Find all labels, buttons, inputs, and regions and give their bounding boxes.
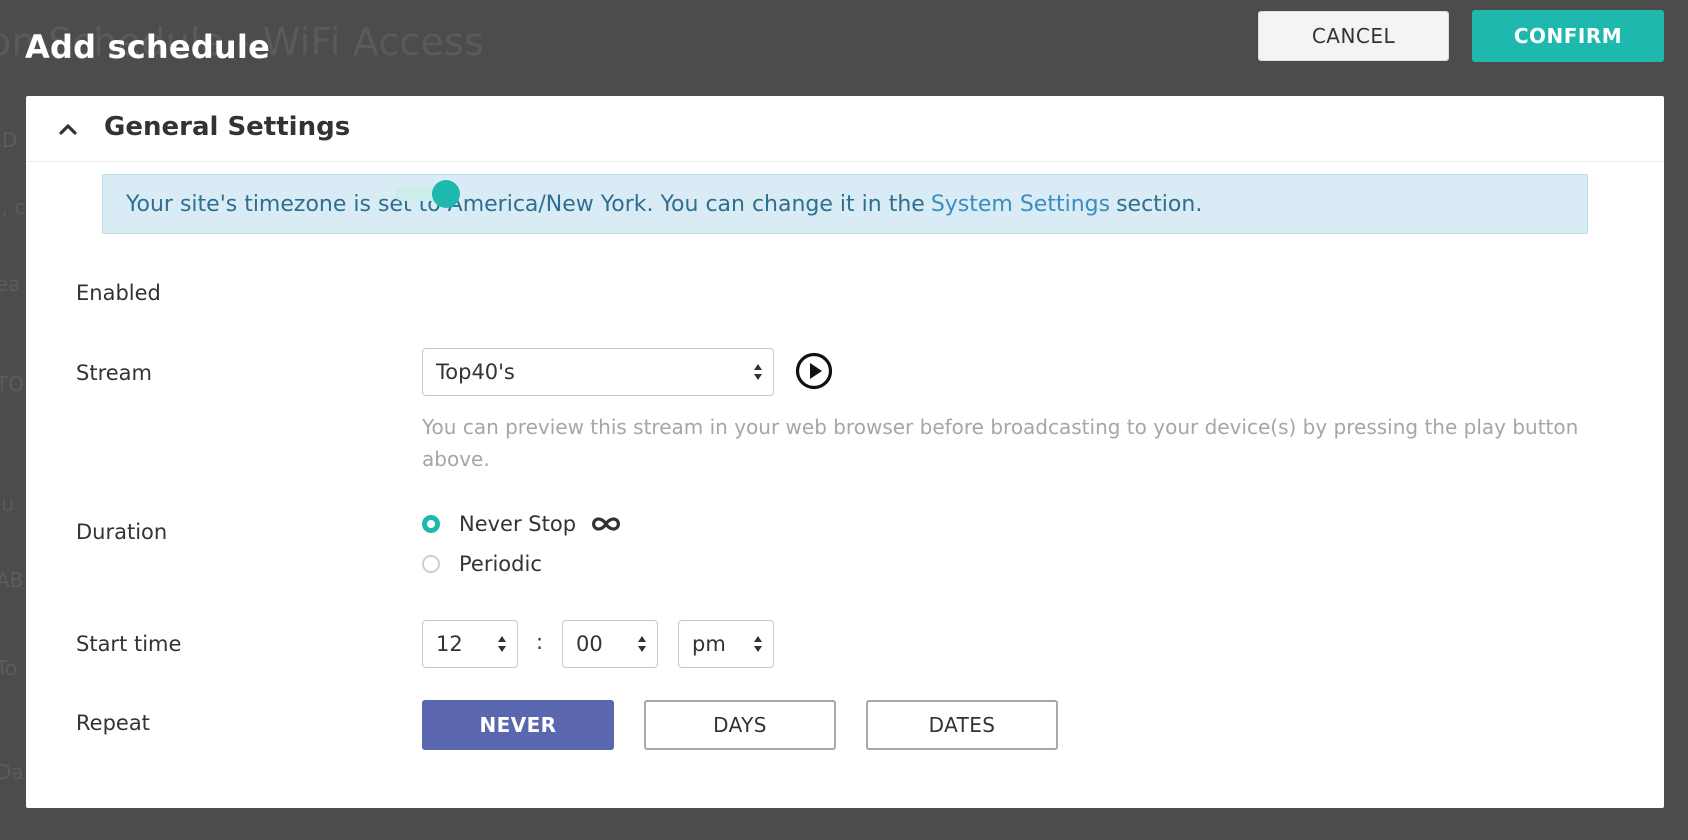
background-fragment: lu <box>0 492 15 516</box>
background-fragment: ID <box>0 128 18 152</box>
duration-label: Duration <box>76 520 168 544</box>
enabled-toggle[interactable] <box>395 178 463 210</box>
toggle-knob <box>432 180 460 208</box>
play-circle-icon[interactable] <box>795 352 833 390</box>
start-hour-value: 12 <box>436 632 463 656</box>
chevron-up-icon[interactable] <box>57 118 79 140</box>
start-hour-select[interactable]: 12 <box>422 620 518 668</box>
system-settings-link[interactable]: System Settings <box>931 192 1110 217</box>
duration-option-periodic[interactable]: Periodic <box>422 552 542 576</box>
enabled-label: Enabled <box>76 281 161 305</box>
never-stop-label: Never Stop <box>459 512 577 536</box>
start-minute-value: 00 <box>576 632 603 656</box>
select-arrows-icon <box>498 636 506 652</box>
infinity-icon <box>592 517 620 531</box>
background-fragment: To <box>0 656 18 680</box>
background-fragment: TO <box>0 372 24 396</box>
start-time-label: Start time <box>76 632 182 656</box>
start-minute-select[interactable]: 00 <box>562 620 658 668</box>
select-arrows-icon <box>638 636 646 652</box>
stream-selected-value: Top40's <box>436 360 515 384</box>
info-text-end: section. <box>1116 191 1203 217</box>
repeat-days-button[interactable]: DAYS <box>644 700 836 750</box>
start-ampm-select[interactable]: pm <box>678 620 774 668</box>
background-fragment: Da <box>0 760 24 784</box>
duration-option-never-stop[interactable]: Never Stop <box>422 512 622 536</box>
section-title: General Settings <box>104 112 351 142</box>
background-fragment: ea <box>0 272 21 296</box>
start-ampm-value: pm <box>692 632 726 656</box>
info-text: Your site's timezone is set to America/N… <box>126 191 925 217</box>
background-fragment: i, c <box>0 195 26 219</box>
section-header[interactable]: General Settings <box>26 96 1664 162</box>
background-fragment: AB <box>0 568 24 592</box>
stream-help-text: You can preview this stream in your web … <box>422 415 1579 471</box>
radio-never-stop[interactable] <box>422 515 440 533</box>
dialog-title: Add schedule <box>25 28 270 66</box>
select-arrows-icon <box>754 636 762 652</box>
repeat-never-button[interactable]: NEVER <box>422 700 614 750</box>
cancel-button[interactable]: CANCEL <box>1258 11 1449 61</box>
repeat-dates-button[interactable]: DATES <box>866 700 1058 750</box>
confirm-button[interactable]: CONFIRM <box>1472 10 1664 62</box>
repeat-label: Repeat <box>76 711 150 735</box>
periodic-label: Periodic <box>459 552 542 576</box>
stream-select[interactable]: Top40's <box>422 348 774 396</box>
stream-label: Stream <box>76 361 152 385</box>
radio-periodic[interactable] <box>422 555 440 573</box>
time-separator: : <box>536 630 544 654</box>
select-arrows-icon <box>754 364 762 380</box>
timezone-info-banner: Your site's timezone is set to America/N… <box>102 174 1588 234</box>
